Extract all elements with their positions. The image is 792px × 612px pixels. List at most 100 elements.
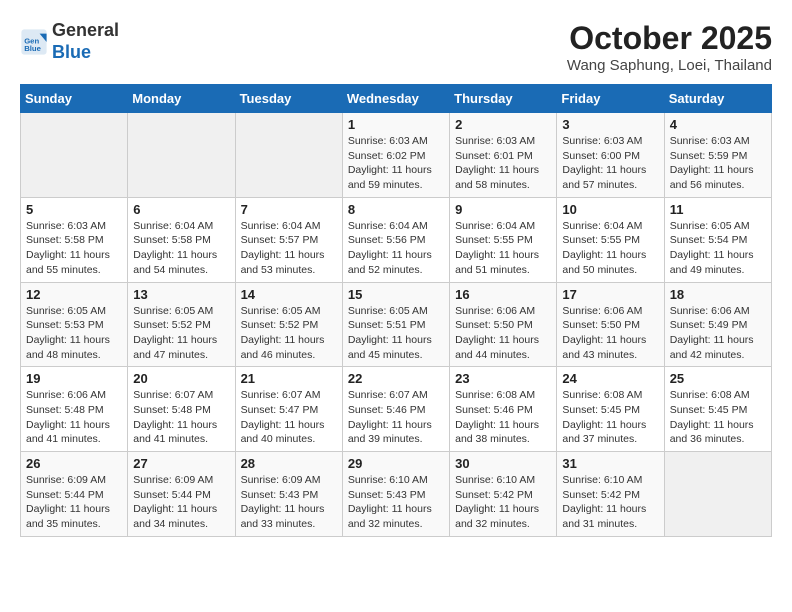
day-number: 16 (455, 287, 551, 302)
calendar-cell: 15Sunrise: 6:05 AM Sunset: 5:51 PM Dayli… (342, 282, 449, 367)
calendar-cell: 28 Sunrise: 6:09 AM Sunset: 5:43 PM Dayli… (235, 452, 342, 537)
day-info: Sunrise: 6:07 AM Sunset: 5:46 PM Dayligh… (348, 388, 444, 447)
calendar-cell: 23 Sunrise: 6:08 AM Sunset: 5:46 PM Dayli… (450, 367, 557, 452)
calendar-cell: 31 Sunrise: 6:10 AM Sunset: 5:42 PM Dayli… (557, 452, 664, 537)
day-info: Sunrise: 6:05 AM Sunset: 5:54 PM Dayligh… (670, 219, 766, 278)
calendar-cell: 14Sunrise: 6:05 AM Sunset: 5:52 PM Dayli… (235, 282, 342, 367)
day-info: Sunrise: 6:09 AM Sunset: 5:43 PM Dayligh… (241, 473, 337, 532)
calendar-body: 1 Sunrise: 6:03 AM Sunset: 6:02 PM Daylig… (21, 113, 772, 537)
day-info: Sunrise: 6:05 AM Sunset: 5:52 PM Dayligh… (241, 304, 337, 363)
day-number: 23 (455, 371, 551, 386)
day-info: Sunrise: 6:10 AM Sunset: 5:42 PM Dayligh… (455, 473, 551, 532)
calendar-week-row: 5 Sunrise: 6:03 AM Sunset: 5:58 PM Daylig… (21, 197, 772, 282)
calendar-cell: 1 Sunrise: 6:03 AM Sunset: 6:02 PM Daylig… (342, 113, 449, 198)
day-number: 15 (348, 287, 444, 302)
calendar-table: SundayMondayTuesdayWednesdayThursdayFrid… (20, 84, 772, 537)
calendar-week-row: 19Sunrise: 6:06 AM Sunset: 5:48 PM Dayli… (21, 367, 772, 452)
day-info: Sunrise: 6:03 AM Sunset: 5:58 PM Dayligh… (26, 219, 122, 278)
calendar-cell: 7 Sunrise: 6:04 AM Sunset: 5:57 PM Daylig… (235, 197, 342, 282)
calendar-cell (21, 113, 128, 198)
day-number: 6 (133, 202, 229, 217)
day-info: Sunrise: 6:04 AM Sunset: 5:57 PM Dayligh… (241, 219, 337, 278)
day-number: 10 (562, 202, 658, 217)
calendar-cell: 2 Sunrise: 6:03 AM Sunset: 6:01 PM Daylig… (450, 113, 557, 198)
day-info: Sunrise: 6:04 AM Sunset: 5:55 PM Dayligh… (455, 219, 551, 278)
calendar-cell: 5 Sunrise: 6:03 AM Sunset: 5:58 PM Daylig… (21, 197, 128, 282)
day-info: Sunrise: 6:03 AM Sunset: 6:01 PM Dayligh… (455, 134, 551, 193)
day-number: 25 (670, 371, 766, 386)
day-info: Sunrise: 6:08 AM Sunset: 5:45 PM Dayligh… (670, 388, 766, 447)
day-number: 9 (455, 202, 551, 217)
calendar-cell: 27 Sunrise: 6:09 AM Sunset: 5:44 PM Dayli… (128, 452, 235, 537)
day-number: 17 (562, 287, 658, 302)
calendar-cell: 13Sunrise: 6:05 AM Sunset: 5:52 PM Dayli… (128, 282, 235, 367)
calendar-cell (664, 452, 771, 537)
day-info: Sunrise: 6:08 AM Sunset: 5:46 PM Dayligh… (455, 388, 551, 447)
day-number: 3 (562, 117, 658, 132)
calendar-cell: 21 Sunrise: 6:07 AM Sunset: 5:47 PM Dayli… (235, 367, 342, 452)
day-info: Sunrise: 6:06 AM Sunset: 5:50 PM Dayligh… (562, 304, 658, 363)
day-number: 7 (241, 202, 337, 217)
day-info: Sunrise: 6:06 AM Sunset: 5:48 PM Dayligh… (26, 388, 122, 447)
header-day-friday: Friday (557, 85, 664, 113)
day-info: Sunrise: 6:03 AM Sunset: 5:59 PM Dayligh… (670, 134, 766, 193)
month-title: October 2025 (567, 20, 772, 57)
day-info: Sunrise: 6:04 AM Sunset: 5:56 PM Dayligh… (348, 219, 444, 278)
calendar-cell: 6 Sunrise: 6:04 AM Sunset: 5:58 PM Daylig… (128, 197, 235, 282)
day-info: Sunrise: 6:07 AM Sunset: 5:48 PM Dayligh… (133, 388, 229, 447)
day-number: 18 (670, 287, 766, 302)
header-day-wednesday: Wednesday (342, 85, 449, 113)
day-number: 1 (348, 117, 444, 132)
header-day-tuesday: Tuesday (235, 85, 342, 113)
day-number: 11 (670, 202, 766, 217)
day-number: 12 (26, 287, 122, 302)
logo-general: General (52, 20, 119, 42)
day-info: Sunrise: 6:09 AM Sunset: 5:44 PM Dayligh… (26, 473, 122, 532)
calendar-cell: 24Sunrise: 6:08 AM Sunset: 5:45 PM Dayli… (557, 367, 664, 452)
logo-icon: Gen Blue (20, 28, 48, 56)
calendar-header-row: SundayMondayTuesdayWednesdayThursdayFrid… (21, 85, 772, 113)
day-info: Sunrise: 6:03 AM Sunset: 6:02 PM Dayligh… (348, 134, 444, 193)
day-number: 4 (670, 117, 766, 132)
calendar-cell: 10Sunrise: 6:04 AM Sunset: 5:55 PM Dayli… (557, 197, 664, 282)
day-number: 13 (133, 287, 229, 302)
header-day-saturday: Saturday (664, 85, 771, 113)
calendar-cell: 25 Sunrise: 6:08 AM Sunset: 5:45 PM Dayli… (664, 367, 771, 452)
page-header: Gen Blue General Blue October 2025 Wang … (20, 20, 772, 74)
calendar-week-row: 12Sunrise: 6:05 AM Sunset: 5:53 PM Dayli… (21, 282, 772, 367)
calendar-cell: 4 Sunrise: 6:03 AM Sunset: 5:59 PM Daylig… (664, 113, 771, 198)
calendar-cell: 11 Sunrise: 6:05 AM Sunset: 5:54 PM Dayli… (664, 197, 771, 282)
day-number: 8 (348, 202, 444, 217)
day-number: 5 (26, 202, 122, 217)
day-number: 24 (562, 371, 658, 386)
calendar-cell: 22 Sunrise: 6:07 AM Sunset: 5:46 PM Dayli… (342, 367, 449, 452)
logo-blue: Blue (52, 42, 119, 64)
day-number: 21 (241, 371, 337, 386)
day-number: 27 (133, 456, 229, 471)
calendar-week-row: 1 Sunrise: 6:03 AM Sunset: 6:02 PM Daylig… (21, 113, 772, 198)
calendar-cell: 18 Sunrise: 6:06 AM Sunset: 5:49 PM Dayli… (664, 282, 771, 367)
calendar-cell: 8 Sunrise: 6:04 AM Sunset: 5:56 PM Daylig… (342, 197, 449, 282)
day-info: Sunrise: 6:10 AM Sunset: 5:42 PM Dayligh… (562, 473, 658, 532)
day-number: 29 (348, 456, 444, 471)
day-number: 22 (348, 371, 444, 386)
calendar-cell: 12Sunrise: 6:05 AM Sunset: 5:53 PM Dayli… (21, 282, 128, 367)
day-info: Sunrise: 6:07 AM Sunset: 5:47 PM Dayligh… (241, 388, 337, 447)
header-day-thursday: Thursday (450, 85, 557, 113)
day-number: 28 (241, 456, 337, 471)
calendar-cell: 3Sunrise: 6:03 AM Sunset: 6:00 PM Daylig… (557, 113, 664, 198)
calendar-cell: 9 Sunrise: 6:04 AM Sunset: 5:55 PM Daylig… (450, 197, 557, 282)
calendar-cell: 26 Sunrise: 6:09 AM Sunset: 5:44 PM Dayli… (21, 452, 128, 537)
calendar-cell: 19Sunrise: 6:06 AM Sunset: 5:48 PM Dayli… (21, 367, 128, 452)
location-title: Wang Saphung, Loei, Thailand (567, 57, 772, 74)
calendar-cell: 29Sunrise: 6:10 AM Sunset: 5:43 PM Dayli… (342, 452, 449, 537)
day-info: Sunrise: 6:04 AM Sunset: 5:58 PM Dayligh… (133, 219, 229, 278)
header-day-monday: Monday (128, 85, 235, 113)
logo: Gen Blue General Blue (20, 20, 119, 63)
day-number: 26 (26, 456, 122, 471)
day-info: Sunrise: 6:09 AM Sunset: 5:44 PM Dayligh… (133, 473, 229, 532)
day-number: 31 (562, 456, 658, 471)
day-number: 2 (455, 117, 551, 132)
day-info: Sunrise: 6:06 AM Sunset: 5:49 PM Dayligh… (670, 304, 766, 363)
day-info: Sunrise: 6:06 AM Sunset: 5:50 PM Dayligh… (455, 304, 551, 363)
